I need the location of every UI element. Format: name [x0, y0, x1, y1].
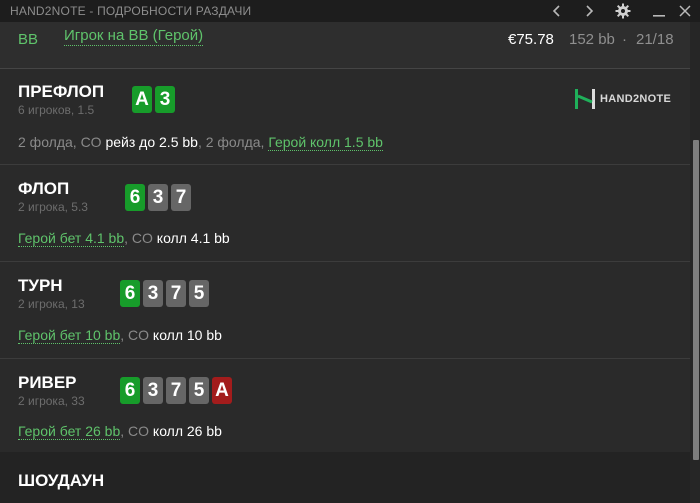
action-text: рейз до 2.5 bb — [105, 134, 198, 150]
player-name-link[interactable]: Игрок на BB (Герой) — [64, 27, 204, 46]
card: 5 — [189, 280, 209, 307]
action-text: , CO — [120, 423, 153, 439]
title-bar: HAND2NOTE - ПОДРОБНОСТИ РАЗДАЧИ — [0, 0, 700, 22]
card: 3 — [143, 280, 163, 307]
street-title: ПРЕФЛОП — [18, 82, 105, 101]
player-seat: 21/18 — [636, 31, 674, 48]
street-subtitle: 2 игрока, 13 — [18, 297, 85, 311]
player-stack: €75.78 — [508, 31, 554, 48]
card: 6 — [120, 377, 140, 404]
street-title: ФЛОП — [18, 179, 70, 198]
action-line: Герой бет 10 bb, CO колл 10 bb — [18, 327, 222, 344]
action-line: Герой бет 4.1 bb, CO колл 4.1 bb — [18, 230, 230, 247]
player-stack-bb: 152 bb — [569, 31, 615, 48]
card: 6 — [120, 280, 140, 307]
action-line: 2 фолда, CO рейз до 2.5 bb, 2 фолда, Гер… — [18, 134, 383, 151]
board-cards: 6 3 7 — [125, 184, 191, 211]
hero-action-link[interactable]: Герой колл 1.5 bb — [268, 134, 383, 151]
street-flop: ФЛОП 2 игрока, 5.3 6 3 7 Герой бет 4.1 b… — [0, 165, 690, 262]
card: 7 — [166, 280, 186, 307]
chevron-left-icon[interactable] — [542, 0, 572, 22]
board-cards: 6 3 7 5 — [120, 280, 209, 307]
hero-action-link[interactable]: Герой бет 26 bb — [18, 423, 121, 440]
street-subtitle: 2 игрока, 33 — [18, 394, 85, 408]
action-text: колл 4.1 bb — [156, 230, 230, 246]
hero-action-link[interactable]: Герой бет 10 bb — [18, 327, 121, 344]
card: A — [132, 86, 152, 113]
action-line: Герой бет 26 bb, CO колл 26 bb — [18, 423, 222, 440]
street-title: ШОУДАУН — [18, 471, 105, 490]
player-position: BB — [18, 31, 39, 48]
hand-details-panel: BB Игрок на BB (Герой) €75.78 152 bb · 2… — [0, 22, 690, 503]
street-subtitle: 6 игроков, 1.5 — [18, 103, 95, 117]
action-text: , 2 фолда, — [197, 134, 269, 150]
card: 3 — [143, 377, 163, 404]
street-title: ТУРН — [18, 276, 63, 295]
chevron-right-icon[interactable] — [574, 0, 604, 22]
close-icon[interactable] — [670, 0, 700, 22]
action-text: , CO — [124, 230, 157, 246]
street-river: РИВЕР 2 игрока, 33 6 3 7 5 A Герой бет 2… — [0, 359, 690, 452]
action-text: колл 10 bb — [152, 327, 222, 343]
hero-action-link[interactable]: Герой бет 4.1 bb — [18, 230, 125, 247]
action-text: колл 26 bb — [152, 423, 222, 439]
action-text: , CO — [120, 327, 153, 343]
street-turn: ТУРН 2 игрока, 13 6 3 7 5 Герой бет 10 b… — [0, 262, 690, 359]
logo-text: HAND2NOTE — [600, 93, 672, 105]
logo-mark-icon — [575, 89, 595, 109]
card: 6 — [125, 184, 145, 211]
hole-cards: A 3 — [132, 86, 175, 113]
window-title: HAND2NOTE - ПОДРОБНОСТИ РАЗДАЧИ — [10, 4, 252, 18]
action-text: 2 фолда, CO — [18, 134, 106, 150]
card: 3 — [155, 86, 175, 113]
card: A — [212, 377, 232, 404]
card: 7 — [171, 184, 191, 211]
gear-icon[interactable] — [608, 0, 638, 22]
card: 3 — [148, 184, 168, 211]
street-title: РИВЕР — [18, 373, 77, 392]
hand2note-logo: HAND2NOTE — [574, 88, 671, 110]
separator-dot: · — [622, 31, 627, 48]
street-subtitle: 2 игрока, 5.3 — [18, 200, 88, 214]
street-showdown: ШОУДАУН — [0, 452, 690, 503]
street-preflop: ПРЕФЛОП 6 игроков, 1.5 A 3 2 фолда, CO р… — [0, 68, 690, 165]
board-cards: 6 3 7 5 A — [120, 377, 232, 404]
card: 5 — [189, 377, 209, 404]
scrollbar-thumb[interactable] — [693, 140, 699, 460]
card: 7 — [166, 377, 186, 404]
player-summary-row: BB Игрок на BB (Герой) €75.78 152 bb · 2… — [0, 22, 690, 69]
